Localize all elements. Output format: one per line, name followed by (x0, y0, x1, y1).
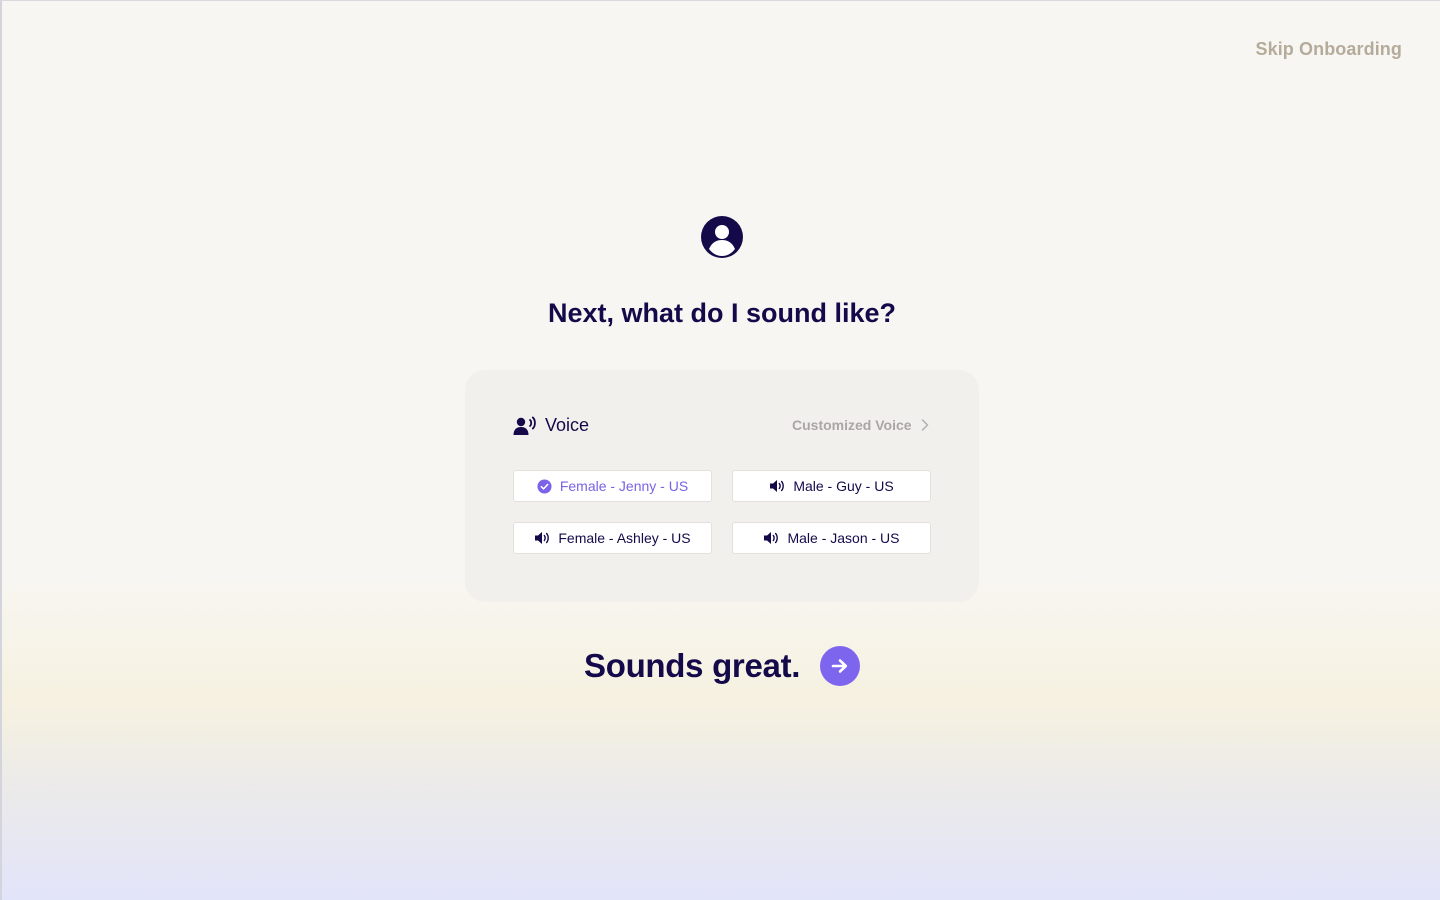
skip-onboarding-link[interactable]: Skip Onboarding (1255, 39, 1402, 60)
voice-card-header: Voice (513, 415, 589, 436)
customized-voice-link[interactable]: Customized Voice (792, 417, 929, 433)
continue-button[interactable] (820, 646, 861, 686)
voice-option-label: Male - Guy - US (793, 478, 894, 494)
speaker-icon (534, 531, 550, 545)
page-title: Next, what do I sound like? (547, 298, 897, 328)
voice-option-ashley[interactable]: Female - Ashley - US (513, 522, 712, 554)
speaker-icon (763, 531, 779, 545)
user-circle-icon (700, 215, 744, 259)
voice-label: Voice (545, 415, 590, 435)
customized-voice-label: Customized Voice (792, 417, 912, 433)
check-circle-icon (537, 478, 552, 494)
voice-option-label: Female - Jenny - US (559, 478, 689, 494)
cta-label: Sounds great. (584, 647, 801, 684)
chevron-right-icon (921, 419, 929, 431)
voice-option-label: Female - Ashley - US (558, 530, 691, 546)
voice-option-jenny[interactable]: Female - Jenny - US (513, 470, 712, 502)
arrow-right-icon (831, 658, 849, 674)
continue-cta: Sounds great. (584, 646, 861, 686)
voice-option-label: Male - Jason - US (787, 530, 900, 546)
voice-speaker-icon (513, 416, 537, 436)
voice-option-jason[interactable]: Male - Jason - US (732, 522, 931, 554)
speaker-icon (769, 479, 785, 493)
voice-option-guy[interactable]: Male - Guy - US (732, 470, 931, 502)
